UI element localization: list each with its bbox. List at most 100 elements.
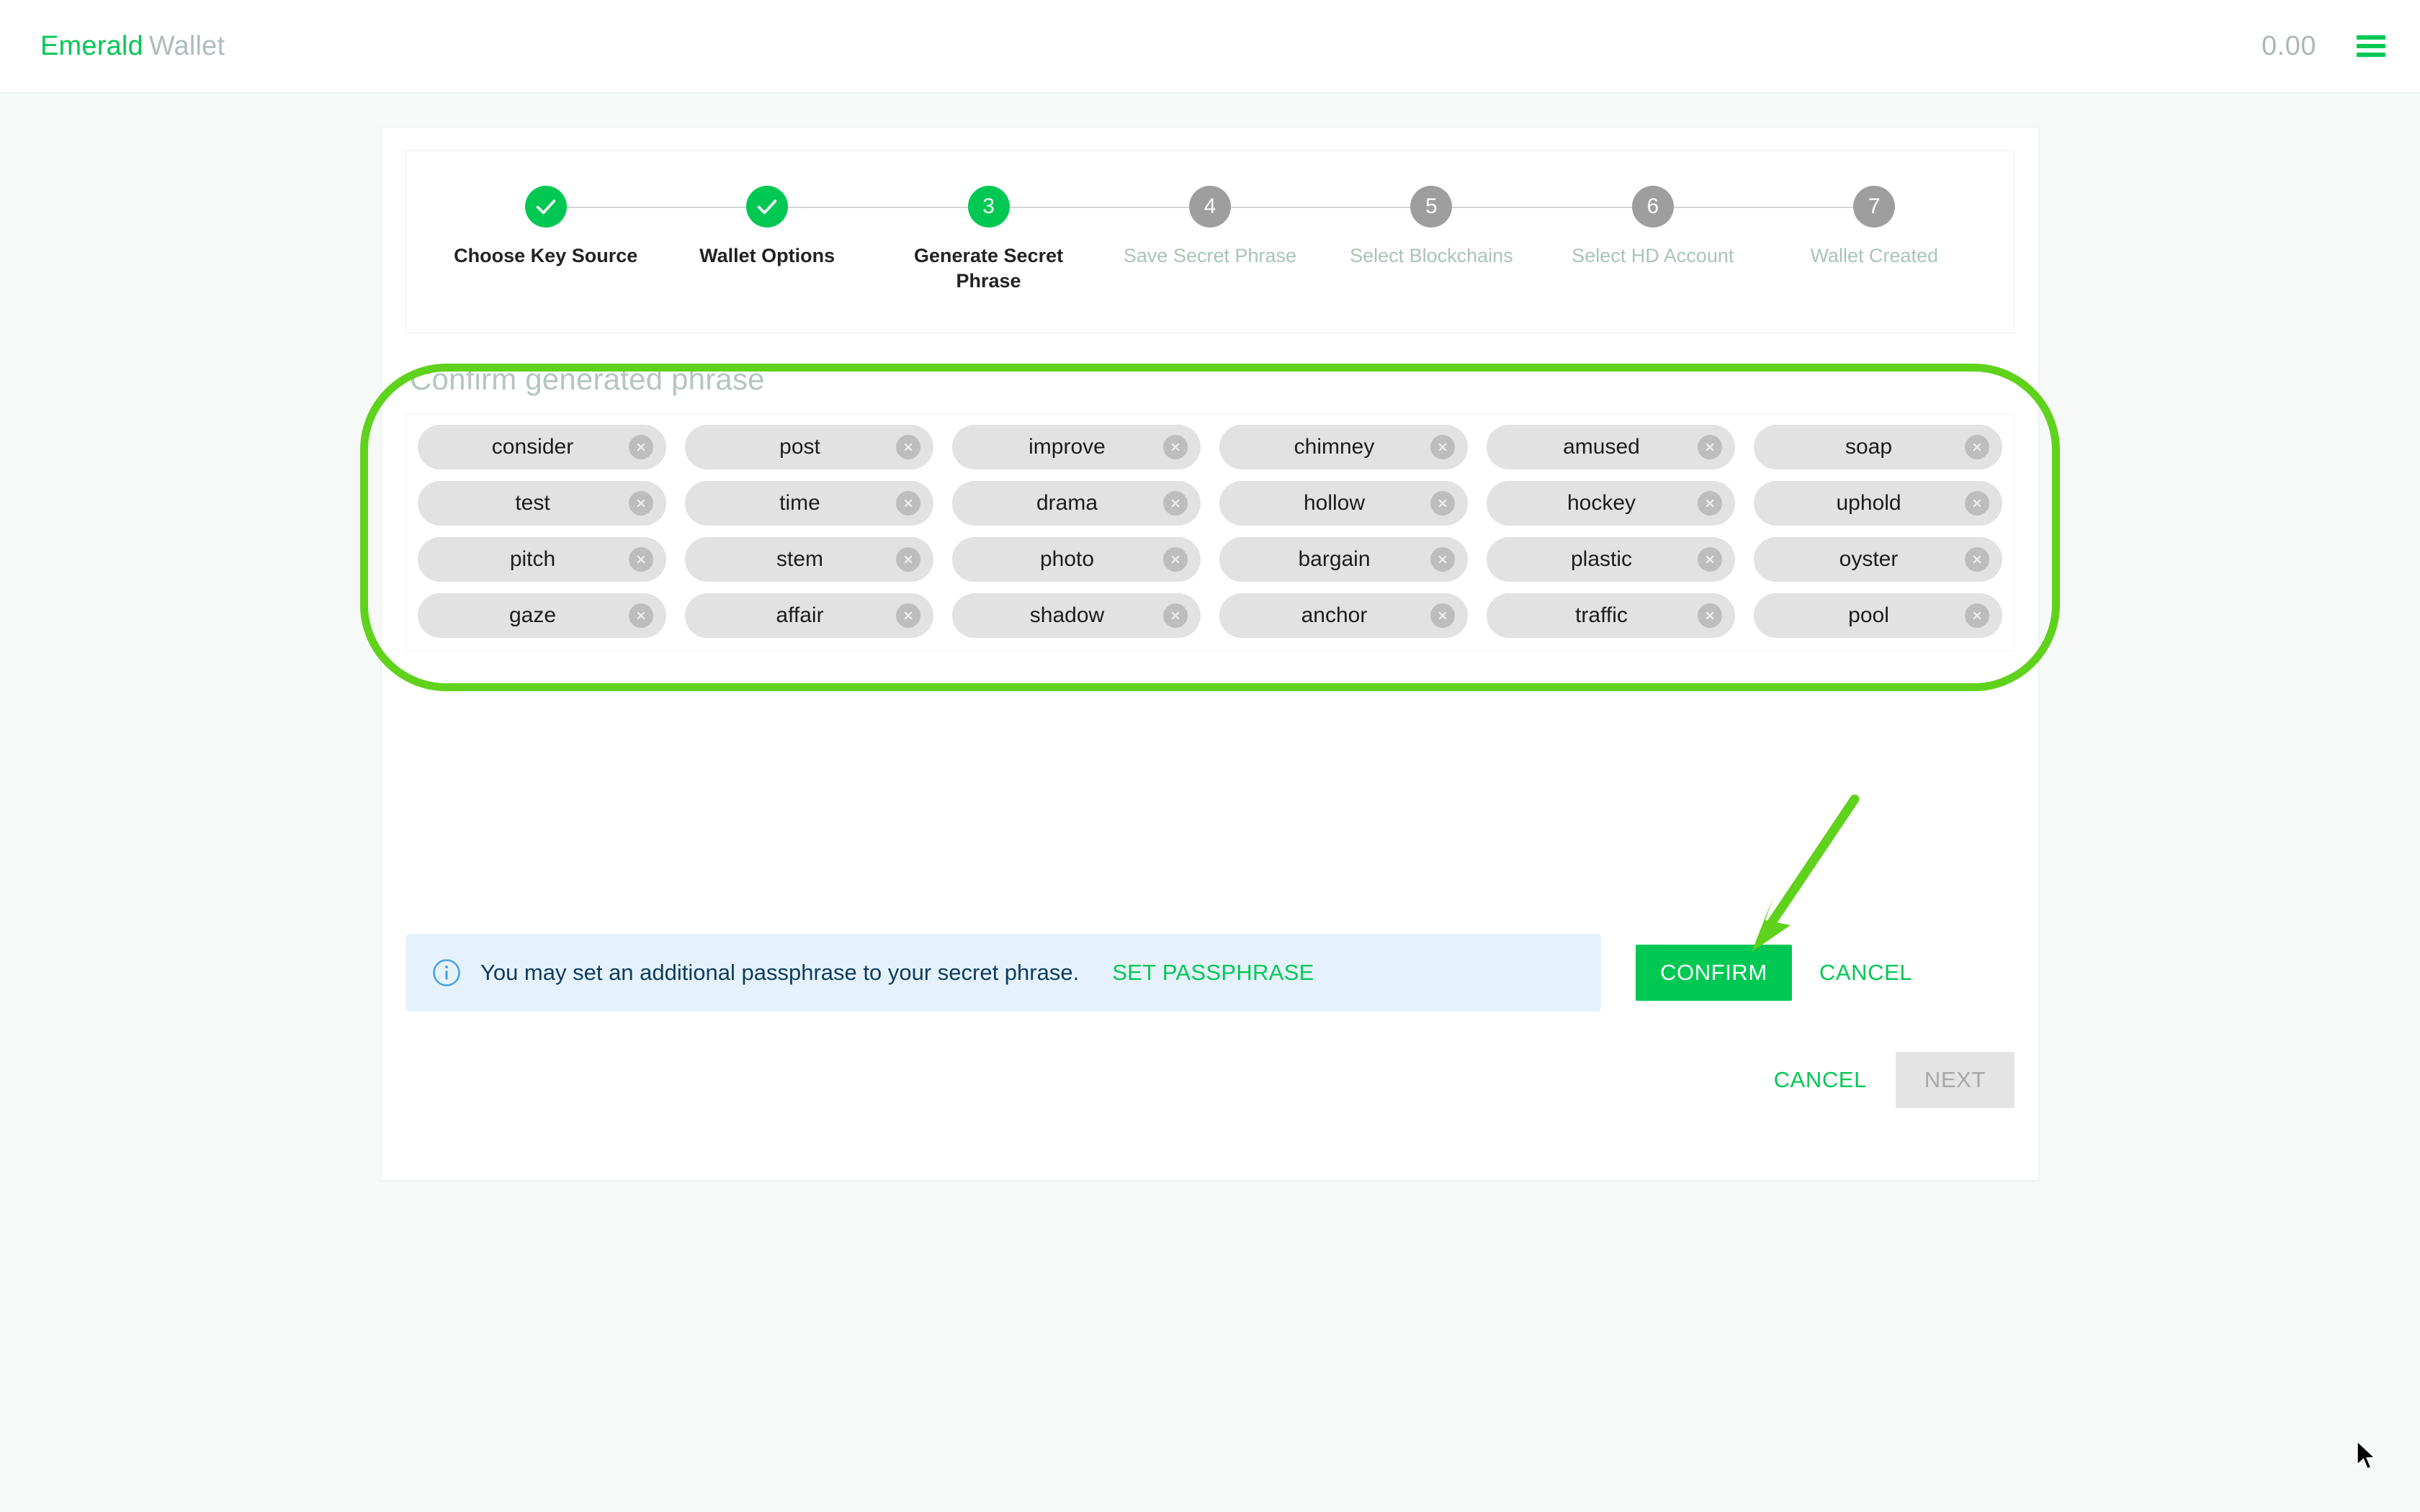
phrase-word-chip[interactable]: consider — [418, 425, 666, 469]
close-icon — [1973, 611, 1981, 620]
step-connector — [1652, 207, 1875, 208]
phrase-word-chip[interactable]: anchor — [1219, 593, 1468, 638]
hamburger-icon[interactable] — [2357, 35, 2385, 57]
stepper-step-1[interactable]: Choose Key Source — [435, 186, 768, 269]
close-circle-icon[interactable] — [896, 491, 920, 516]
step-number: 6 — [1646, 194, 1659, 218]
close-circle-icon[interactable] — [1965, 547, 1989, 572]
phrase-word-chip[interactable]: post — [685, 425, 933, 469]
phrase-chips-row: consider post improve chimney amused soap — [418, 425, 2002, 469]
stepper-step-7[interactable]: 7 Wallet Created — [1764, 186, 1985, 269]
close-circle-icon[interactable] — [629, 547, 653, 572]
phrase-chips-row: gaze affair shadow anchor traffic pool — [418, 593, 2002, 638]
step-circle-3: 3 — [967, 186, 1010, 228]
close-circle-icon[interactable] — [1163, 435, 1188, 459]
phrase-word-chip[interactable]: drama — [952, 481, 1201, 526]
phrase-word-label: chimney — [1294, 435, 1375, 459]
phrase-word-chip[interactable]: oyster — [1754, 537, 2002, 582]
phrase-word-chip[interactable]: stem — [685, 537, 933, 582]
close-circle-icon[interactable] — [1163, 547, 1188, 572]
phrase-word-label: post — [779, 435, 820, 459]
phrase-word-chip[interactable]: soap — [1754, 425, 2002, 469]
close-circle-icon[interactable] — [896, 603, 920, 628]
phrase-word-chip[interactable]: chimney — [1219, 425, 1468, 469]
phrase-word-chip[interactable]: affair — [685, 593, 933, 638]
confirm-button[interactable]: CONFIRM — [1636, 945, 1792, 1001]
close-circle-icon[interactable] — [1430, 491, 1455, 516]
phrase-word-chip[interactable]: test — [418, 481, 666, 526]
phrase-word-label: traffic — [1575, 603, 1628, 627]
phrase-word-chip[interactable]: improve — [952, 425, 1201, 469]
set-passphrase-link[interactable]: SET PASSPHRASE — [1112, 960, 1314, 986]
phrase-word-chip[interactable]: photo — [952, 537, 1201, 582]
step-label: Select Blockchains — [1350, 245, 1513, 266]
passphrase-action-group: CONFIRM CANCEL — [1636, 945, 1928, 1001]
close-circle-icon[interactable] — [896, 435, 920, 459]
step-circle-4: 4 — [1188, 186, 1231, 228]
step-circle-1 — [524, 186, 567, 228]
close-circle-icon[interactable] — [629, 491, 653, 516]
close-icon — [1438, 555, 1447, 564]
close-circle-icon[interactable] — [1430, 435, 1455, 459]
phrase-word-chip[interactable]: time — [685, 481, 933, 526]
phrase-word-chip[interactable]: traffic — [1487, 593, 1735, 638]
phrase-word-label: affair — [776, 603, 824, 627]
step-connector — [1431, 207, 1653, 208]
brand-primary: Emerald — [40, 30, 143, 61]
step-label: Choose Key Source — [454, 245, 638, 266]
phrase-word-label: hockey — [1567, 491, 1636, 515]
close-circle-icon[interactable] — [1698, 603, 1722, 628]
phrase-word-chip[interactable]: gaze — [418, 593, 666, 638]
close-circle-icon[interactable] — [1430, 603, 1455, 628]
close-circle-icon[interactable] — [1698, 547, 1722, 572]
wizard-next-button[interactable]: NEXT — [1895, 1052, 2015, 1108]
phrase-word-chip[interactable]: uphold — [1754, 481, 2002, 526]
hamburger-bar — [2357, 53, 2385, 57]
close-icon — [1973, 499, 1981, 508]
phrase-word-chip[interactable]: hockey — [1487, 481, 1735, 526]
app-header: Emerald Wallet 0.00 — [0, 0, 2420, 94]
step-label: Generate Secret Phrase — [913, 245, 1064, 292]
close-circle-icon[interactable] — [629, 603, 653, 628]
close-circle-icon[interactable] — [1698, 435, 1722, 459]
close-circle-icon[interactable] — [629, 435, 653, 459]
phrase-word-chip[interactable]: hollow — [1219, 481, 1468, 526]
phrase-word-label: drama — [1036, 491, 1098, 515]
header-right-group: 0.00 — [2262, 31, 2385, 62]
wizard-card: Choose Key Source Wallet Options 3 Generate… — [381, 127, 2039, 1181]
close-circle-icon[interactable] — [1163, 491, 1188, 516]
stepper-step-2[interactable]: Wallet Options — [656, 186, 989, 269]
close-icon — [1973, 555, 1981, 564]
step-connector — [988, 207, 1210, 208]
wizard-cancel-button[interactable]: CANCEL — [1758, 1052, 1883, 1108]
close-circle-icon[interactable] — [1698, 491, 1722, 516]
phrase-chips-row: pitch stem photo bargain plastic oyster — [418, 537, 2002, 582]
close-icon — [1171, 443, 1180, 451]
phrase-word-chip[interactable]: shadow — [952, 593, 1201, 638]
close-icon — [904, 611, 913, 620]
close-circle-icon[interactable] — [1965, 603, 1989, 628]
stepper-step-3[interactable]: 3 Generate Secret Phrase — [878, 186, 1210, 293]
phrase-section: Confirm generated phrase consider post imp… — [405, 362, 2015, 652]
phrase-word-chip[interactable]: bargain — [1219, 537, 1468, 582]
phrase-chips-container: consider post improve chimney amused soap test… — [405, 414, 2015, 652]
close-icon — [904, 443, 913, 451]
close-circle-icon[interactable] — [896, 547, 920, 572]
passphrase-message: You may set an additional passphrase to … — [480, 960, 1080, 985]
phrase-section-title: Confirm generated phrase — [410, 362, 765, 396]
stepper-step-4[interactable]: 4 Save Secret Phrase — [1099, 186, 1432, 269]
phrase-word-chip[interactable]: plastic — [1487, 537, 1735, 582]
phrase-word-chip[interactable]: pool — [1754, 593, 2002, 638]
close-circle-icon[interactable] — [1163, 603, 1188, 628]
close-circle-icon[interactable] — [1430, 547, 1455, 572]
phrase-word-chip[interactable]: pitch — [418, 537, 666, 582]
passphrase-cancel-button[interactable]: CANCEL — [1803, 945, 1928, 1001]
phrase-word-label: consider — [491, 435, 574, 459]
wizard-footer-actions: CANCEL NEXT — [1758, 1052, 2015, 1108]
step-number: 5 — [1425, 194, 1438, 218]
close-circle-icon[interactable] — [1965, 491, 1989, 516]
stepper-step-5[interactable]: 5 Select Blockchains — [1321, 186, 1653, 269]
phrase-word-chip[interactable]: amused — [1487, 425, 1735, 469]
stepper-step-6[interactable]: 6 Select HD Account — [1542, 186, 1875, 269]
close-circle-icon[interactable] — [1965, 435, 1989, 459]
